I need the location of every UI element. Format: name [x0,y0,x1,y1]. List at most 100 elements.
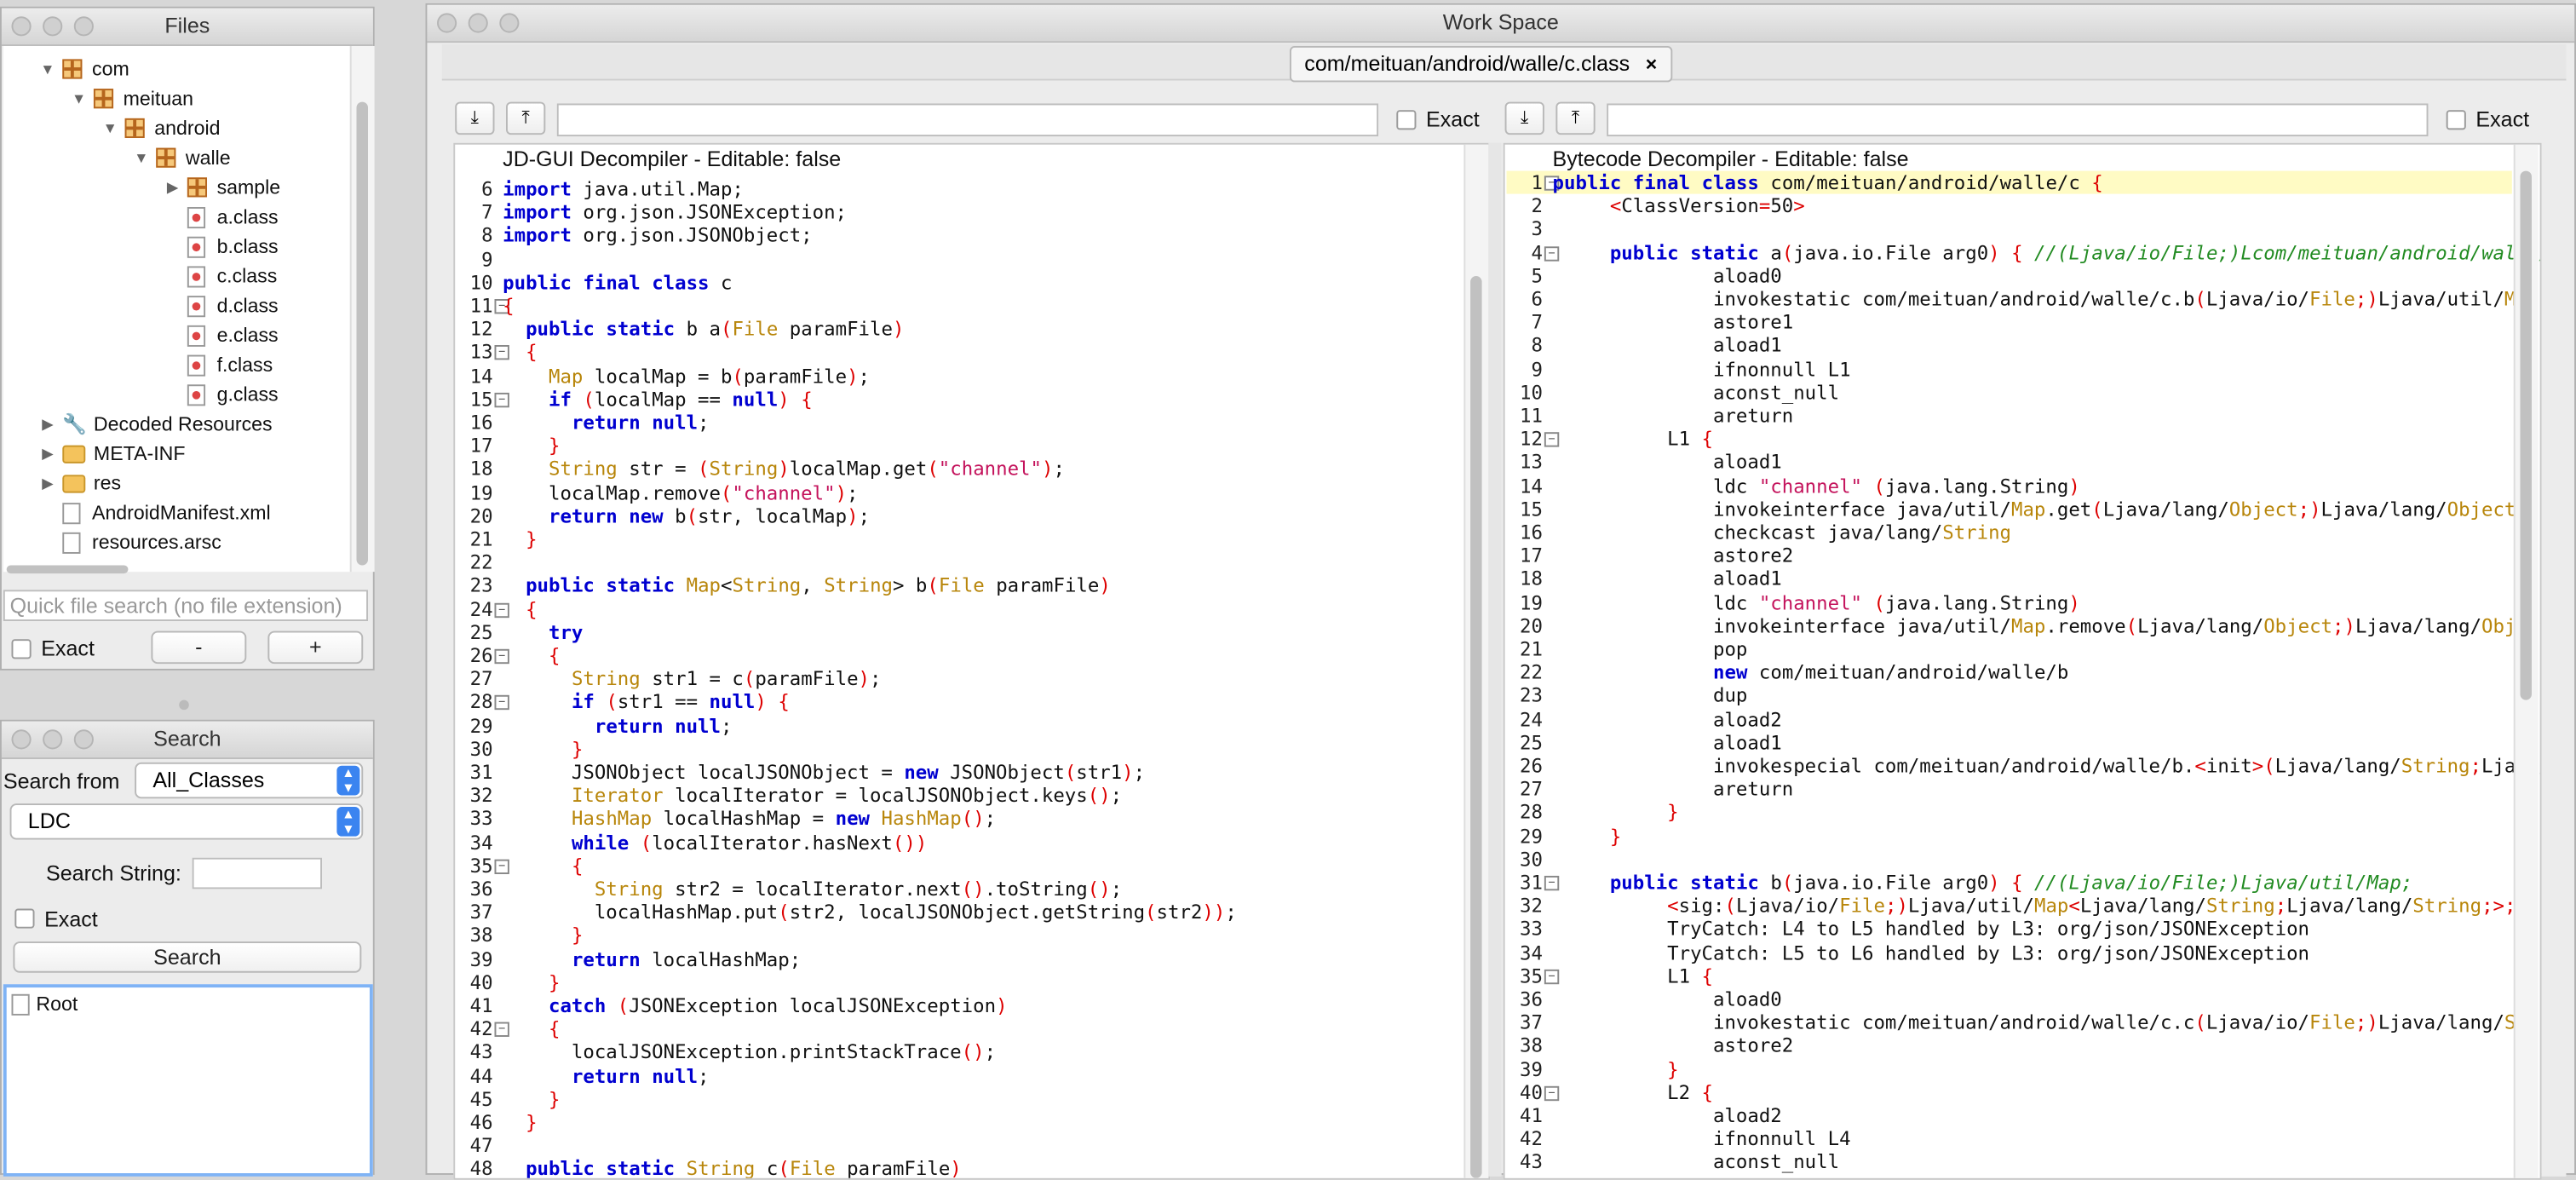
code-line[interactable]: 37 invokestatic com/meituan/android/wall… [1507,1010,2540,1033]
code-line[interactable]: 15 invokeinterface java/util/Map.get(Lja… [1507,498,2527,521]
code-line[interactable]: 13− { [457,341,1442,364]
search-close-window-button[interactable] [11,729,32,750]
import-up-button[interactable]: ⤒ [506,101,546,135]
code-line[interactable]: 25 try [457,621,1442,644]
code-line[interactable]: 36 String str2 = localIterator.next().to… [457,878,1442,901]
quick-file-search-input[interactable]: Quick file search (no file extension) [3,590,369,622]
tree-node[interactable]: a.class [164,202,279,232]
right-import-up-button[interactable]: ⤒ [1555,101,1596,135]
left-scroll-thumb[interactable] [1470,276,1482,1178]
expand-toggle-icon[interactable]: ▼ [102,113,118,143]
tree-node[interactable]: resources.arsc [39,527,221,557]
code-line[interactable]: 9 ifnonnull L1 [1507,358,2512,381]
code-line[interactable]: 13 aload1 [1507,451,2512,474]
code-line[interactable]: 23 dup [1507,684,2512,707]
code-line[interactable]: 35− { [457,854,1442,877]
code-line[interactable]: 11−{ [457,294,1442,317]
right-scroll-thumb[interactable] [2520,170,2532,700]
right-search-input[interactable] [1607,103,2429,137]
right-exact-checkbox[interactable] [2446,110,2466,130]
code-line[interactable]: 30 } [457,738,1442,761]
search-string-input[interactable] [192,857,323,889]
files-scrollbar[interactable] [349,46,375,573]
jd-gui-code[interactable]: 6 import java.util.Map; 7 import org.json.J… [457,177,1442,1178]
left-exact-checkbox[interactable] [1396,110,1417,130]
code-line[interactable]: 17 } [457,435,1442,458]
right-editor[interactable]: Bytecode Decompiler - Editable: false 1−… [1503,142,2542,1180]
code-line[interactable]: 29 } [1507,824,2512,847]
files-hscroll-thumb[interactable] [6,565,129,574]
code-line[interactable]: 20 invokeinterface java/util/Map.remove(… [1507,614,2540,637]
left-search-input[interactable] [556,103,1379,137]
bytecode-code[interactable]: 1− public final class com/meituan/android… [1506,170,2540,1178]
code-line[interactable]: 16 return null; [457,411,1442,434]
code-line[interactable]: 43 localJSONException.printStackTrace(); [457,1041,1442,1064]
tree-node[interactable]: b.class [164,232,279,262]
code-line[interactable]: 45 } [457,1087,1442,1110]
panel-splitter[interactable] [179,699,189,711]
search-zoom-window-button[interactable] [73,729,94,750]
tree-node[interactable]: ▶ res [39,469,121,498]
tree-node[interactable]: e.class [164,320,279,350]
left-editor[interactable]: JD-GUI Decompiler - Editable: false 6 imp… [453,142,1491,1180]
code-line[interactable]: 23 public static Map<String, String> b(F… [457,574,1442,597]
code-line[interactable]: 2 <ClassVersion=50> [1507,194,2512,217]
code-line[interactable]: 40 } [457,970,1442,993]
code-line[interactable]: 21 } [457,527,1442,550]
code-line[interactable]: 29 return null; [457,714,1442,737]
collapse-toggle-icon[interactable]: ▶ [164,173,181,203]
code-line[interactable]: 41 catch (JSONException localJSONExcepti… [457,994,1442,1017]
search-type-select[interactable]: LDC ▲ ▼ [9,803,364,840]
minimize-window-button[interactable] [43,16,63,37]
code-line[interactable]: 12 public static b a(File paramFile) [457,318,1442,341]
code-line[interactable]: 17 astore2 [1507,544,2512,567]
search-button[interactable]: Search [13,941,362,973]
tree-node[interactable]: d.class [164,291,279,320]
code-line[interactable]: 35− L1 { [1507,964,2512,987]
tree-node[interactable]: AndroidManifest.xml [39,498,271,527]
code-line[interactable]: 41 aload2 [1507,1104,2512,1127]
code-line[interactable]: 16 checkcast java/lang/String [1507,521,2512,544]
code-line[interactable]: 19 localMap.remove("channel"); [457,481,1442,504]
code-line[interactable]: 26 invokespecial com/meituan/android/wal… [1507,754,2540,777]
code-line[interactable]: 10 aconst_null [1507,381,2512,404]
code-line[interactable]: 14 ldc "channel" (java.lang.String) [1507,475,2512,498]
code-line[interactable]: 43 aconst_null [1507,1151,2512,1174]
collapse-toggle-icon[interactable]: ▶ [39,409,55,439]
tab-close-icon[interactable]: × [1646,53,1658,76]
code-line[interactable]: 39 } [1507,1057,2512,1080]
expand-toggle-icon[interactable]: ▼ [39,55,55,84]
tree-node[interactable]: ▶ META-INF [39,439,185,469]
tree-node[interactable]: ▼ meituan [71,83,193,113]
search-exact-checkbox[interactable] [14,908,35,929]
left-editor-scrollbar[interactable] [1463,144,1489,1178]
tree-node[interactable]: ▶ sample [164,173,280,203]
code-line[interactable]: 40− L2 { [1507,1081,2512,1104]
close-window-button[interactable] [11,16,32,37]
code-line[interactable]: 38 astore2 [1507,1034,2512,1057]
code-line[interactable]: 31 JSONObject localJSONObject = new JSON… [457,761,1442,784]
code-line[interactable]: 33 HashMap localHashMap = new HashMap(); [457,808,1442,831]
files-hscrollbar[interactable] [3,562,350,575]
code-line[interactable]: 42− { [457,1017,1442,1040]
code-line[interactable]: 15− if (localMap == null) { [457,388,1442,411]
tree-node[interactable]: c.class [164,262,277,291]
code-line[interactable]: 31− public static b(java.io.File arg0) {… [1507,871,2512,894]
tab-c-class[interactable]: com/meituan/android/walle/c.class × [1289,46,1672,83]
code-line[interactable]: 6 invokestatic com/meituan/android/walle… [1507,288,2539,311]
code-line[interactable]: 24− { [457,597,1442,620]
expand-button[interactable]: + [267,630,364,665]
collapse-toggle-icon[interactable]: ▶ [39,469,55,498]
export-down-button[interactable]: ⤓ [455,101,495,135]
tree-node[interactable]: g.class [164,380,279,410]
collapse-button[interactable]: - [151,630,247,665]
code-line[interactable]: 30 [1507,848,2512,871]
code-line[interactable]: 46 } [457,1111,1442,1134]
code-line[interactable]: 34 while (localIterator.hasNext()) [457,831,1442,854]
code-line[interactable]: 3 [1507,217,2512,240]
code-line[interactable]: 14 Map localMap = b(paramFile); [457,364,1442,387]
code-line[interactable]: 44 return null; [457,1064,1442,1087]
code-line[interactable]: 28 } [1507,801,2512,824]
tree-node[interactable]: ▼ com [39,55,129,84]
code-line[interactable]: 25 aload1 [1507,731,2512,754]
